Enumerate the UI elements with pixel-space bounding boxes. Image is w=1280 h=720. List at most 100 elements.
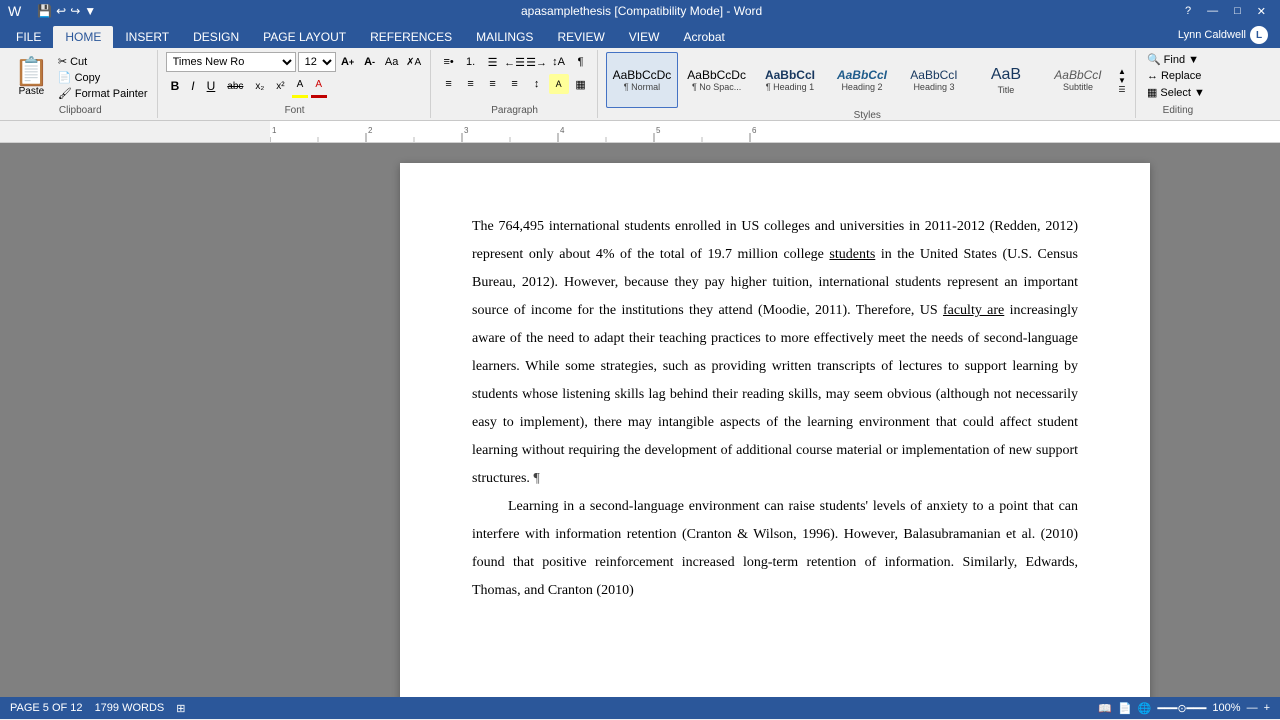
decrease-indent-btn[interactable]: ←☰ bbox=[505, 52, 525, 72]
styles-group: AaBbCcDc ¶ Normal AaBbCcDc ¶ No Spac... … bbox=[600, 50, 1136, 118]
zoom-slider[interactable]: ━━━⊙━━━ bbox=[1157, 702, 1206, 715]
help-btn[interactable]: — bbox=[1201, 5, 1224, 18]
ribbon: 📋 Paste ✂ Cut 📄 Copy 🖌 Format Painter bbox=[0, 48, 1280, 121]
select-label: Select ▼ bbox=[1160, 87, 1205, 99]
tab-home[interactable]: HOME bbox=[53, 26, 113, 48]
copy-label: Copy bbox=[75, 72, 101, 84]
align-left-btn[interactable]: ≡ bbox=[439, 74, 459, 94]
style-heading1[interactable]: AaBbCcI ¶ Heading 1 bbox=[755, 52, 825, 108]
zoom-in-btn[interactable]: + bbox=[1264, 702, 1270, 714]
restore-btn[interactable]: □ bbox=[1228, 5, 1247, 18]
style-heading1-name: ¶ Heading 1 bbox=[766, 82, 814, 92]
tab-references[interactable]: REFERENCES bbox=[358, 26, 464, 48]
cut-button[interactable]: ✂ Cut bbox=[55, 54, 151, 69]
style-heading2[interactable]: AaBbCcI Heading 2 bbox=[827, 52, 897, 108]
redo-qa-btn[interactable]: ↪ bbox=[70, 4, 80, 18]
undo-qa-btn[interactable]: ↩ bbox=[56, 4, 66, 18]
tab-page-layout[interactable]: PAGE LAYOUT bbox=[251, 26, 358, 48]
strikethrough-btn[interactable]: abc bbox=[222, 76, 248, 96]
bullets-btn[interactable]: ≡• bbox=[439, 52, 459, 72]
find-icon: 🔍 bbox=[1147, 53, 1161, 66]
tab-insert[interactable]: INSERT bbox=[113, 26, 181, 48]
font-family-select[interactable]: Times New Ro bbox=[166, 52, 296, 72]
borders-btn[interactable]: ▦ bbox=[571, 74, 591, 94]
copy-button[interactable]: 📄 Copy bbox=[55, 70, 151, 85]
font-label: Font bbox=[166, 103, 424, 116]
view-read-btn[interactable]: 📖 bbox=[1098, 702, 1112, 715]
paragraph-1[interactable]: The 764,495 international students enrol… bbox=[472, 213, 1078, 493]
font-selector-row: Times New Ro 12 A+ A- Aa ✗A bbox=[166, 52, 424, 72]
font-size-select[interactable]: 12 bbox=[298, 52, 336, 72]
style-title-name: Title bbox=[998, 85, 1015, 95]
document-page[interactable]: The 764,495 international students enrol… bbox=[400, 163, 1150, 697]
line-spacing-btn[interactable]: ↕ bbox=[527, 74, 547, 94]
clipboard-small-buttons: ✂ Cut 📄 Copy 🖌 Format Painter bbox=[55, 54, 151, 101]
tab-review[interactable]: REVIEW bbox=[545, 26, 616, 48]
underlined-text-students: students bbox=[829, 247, 875, 262]
view-web-btn[interactable]: 🌐 bbox=[1138, 702, 1152, 715]
style-title[interactable]: AaB Title bbox=[971, 52, 1041, 108]
multilevel-list-btn[interactable]: ☰ bbox=[483, 52, 503, 72]
subscript-btn[interactable]: x₂ bbox=[250, 76, 269, 96]
cut-label: Cut bbox=[70, 56, 87, 68]
clipboard-group: 📋 Paste ✂ Cut 📄 Copy 🖌 Format Painter bbox=[4, 50, 158, 118]
replace-button[interactable]: ↔ Replace bbox=[1144, 69, 1204, 83]
page-container[interactable]: The 764,495 international students enrol… bbox=[270, 143, 1280, 697]
paragraph-group: ≡• 1. ☰ ←☰ ☰→ ↕A ¶ ≡ ≡ ≡ ≡ ↕ A ▦ bbox=[433, 50, 598, 118]
clear-formatting-btn[interactable]: ✗A bbox=[404, 52, 424, 72]
align-center-btn[interactable]: ≡ bbox=[461, 74, 481, 94]
underline-btn[interactable]: U bbox=[202, 76, 221, 96]
change-case-btn[interactable]: Aa bbox=[382, 52, 402, 72]
ruler-inner: 1 2 3 4 5 6 bbox=[270, 121, 1280, 142]
ribbon-tabs: FILE HOME INSERT DESIGN PAGE LAYOUT REFE… bbox=[0, 22, 1280, 48]
status-bar: PAGE 5 OF 12 1799 WORDS ⊞ 📖 📄 🌐 ━━━⊙━━━ … bbox=[0, 697, 1280, 719]
select-button[interactable]: ▦ Select ▼ bbox=[1144, 85, 1208, 100]
paste-button[interactable]: 📋 Paste bbox=[10, 56, 53, 99]
text-highlight-btn[interactable]: A bbox=[292, 74, 309, 98]
clipboard-buttons: 📋 Paste ✂ Cut 📄 Copy 🖌 Format Painter bbox=[10, 52, 151, 103]
bold-btn[interactable]: B bbox=[166, 76, 185, 96]
ribbon-content: 📋 Paste ✂ Cut 📄 Copy 🖌 Format Painter bbox=[0, 48, 1280, 120]
styles-scroll-btn[interactable]: ▲ ▼ ☰ bbox=[1115, 65, 1129, 96]
superscript-btn[interactable]: x² bbox=[271, 76, 289, 96]
format-painter-button[interactable]: 🖌 Format Painter bbox=[55, 86, 151, 101]
shading-btn[interactable]: A bbox=[549, 74, 569, 94]
sort-btn[interactable]: ↕A bbox=[549, 52, 569, 72]
minimize-btn[interactable]: ? bbox=[1179, 5, 1197, 18]
svg-text:4: 4 bbox=[560, 126, 565, 135]
show-formatting-btn[interactable]: ¶ bbox=[571, 52, 591, 72]
styles-label: Styles bbox=[606, 108, 1129, 121]
italic-btn[interactable]: I bbox=[186, 76, 199, 96]
zoom-out-btn[interactable]: — bbox=[1247, 702, 1258, 714]
svg-text:1: 1 bbox=[272, 126, 277, 135]
decrease-font-btn[interactable]: A- bbox=[360, 52, 380, 72]
tab-view[interactable]: VIEW bbox=[617, 26, 672, 48]
paragraph-2[interactable]: Learning in a second-language environmen… bbox=[472, 493, 1078, 605]
increase-indent-btn[interactable]: ☰→ bbox=[527, 52, 547, 72]
ruler-svg: 1 2 3 4 5 6 bbox=[270, 121, 1280, 142]
tab-file[interactable]: FILE bbox=[4, 26, 53, 48]
tab-acrobat[interactable]: Acrobat bbox=[671, 26, 736, 48]
cut-icon: ✂ bbox=[58, 55, 67, 68]
tab-design[interactable]: DESIGN bbox=[181, 26, 251, 48]
style-normal-preview: AaBbCcDc bbox=[613, 68, 672, 82]
view-print-btn[interactable]: 📄 bbox=[1118, 702, 1132, 715]
style-heading2-preview: AaBbCcI bbox=[837, 68, 887, 82]
underlined-text-faculty: faculty are bbox=[943, 303, 1004, 318]
tab-mailings[interactable]: MAILINGS bbox=[464, 26, 545, 48]
style-no-spacing[interactable]: AaBbCcDc ¶ No Spac... bbox=[680, 52, 753, 108]
close-btn[interactable]: ✕ bbox=[1251, 5, 1272, 18]
style-normal[interactable]: AaBbCcDc ¶ Normal bbox=[606, 52, 679, 108]
font-color-btn[interactable]: A bbox=[310, 74, 327, 98]
increase-font-btn[interactable]: A+ bbox=[338, 52, 358, 72]
find-button[interactable]: 🔍 Find ▼ bbox=[1144, 52, 1202, 67]
format-painter-icon: 🖌 bbox=[58, 87, 72, 100]
style-subtitle[interactable]: AaBbCcI Subtitle bbox=[1043, 52, 1113, 108]
qa-dropdown-btn[interactable]: ▼ bbox=[84, 4, 96, 18]
save-qa-btn[interactable]: 💾 bbox=[37, 4, 52, 18]
numbering-btn[interactable]: 1. bbox=[461, 52, 481, 72]
style-heading3[interactable]: AaBbCcI Heading 3 bbox=[899, 52, 969, 108]
align-right-btn[interactable]: ≡ bbox=[483, 74, 503, 94]
justify-btn[interactable]: ≡ bbox=[505, 74, 525, 94]
style-heading3-name: Heading 3 bbox=[913, 82, 954, 92]
